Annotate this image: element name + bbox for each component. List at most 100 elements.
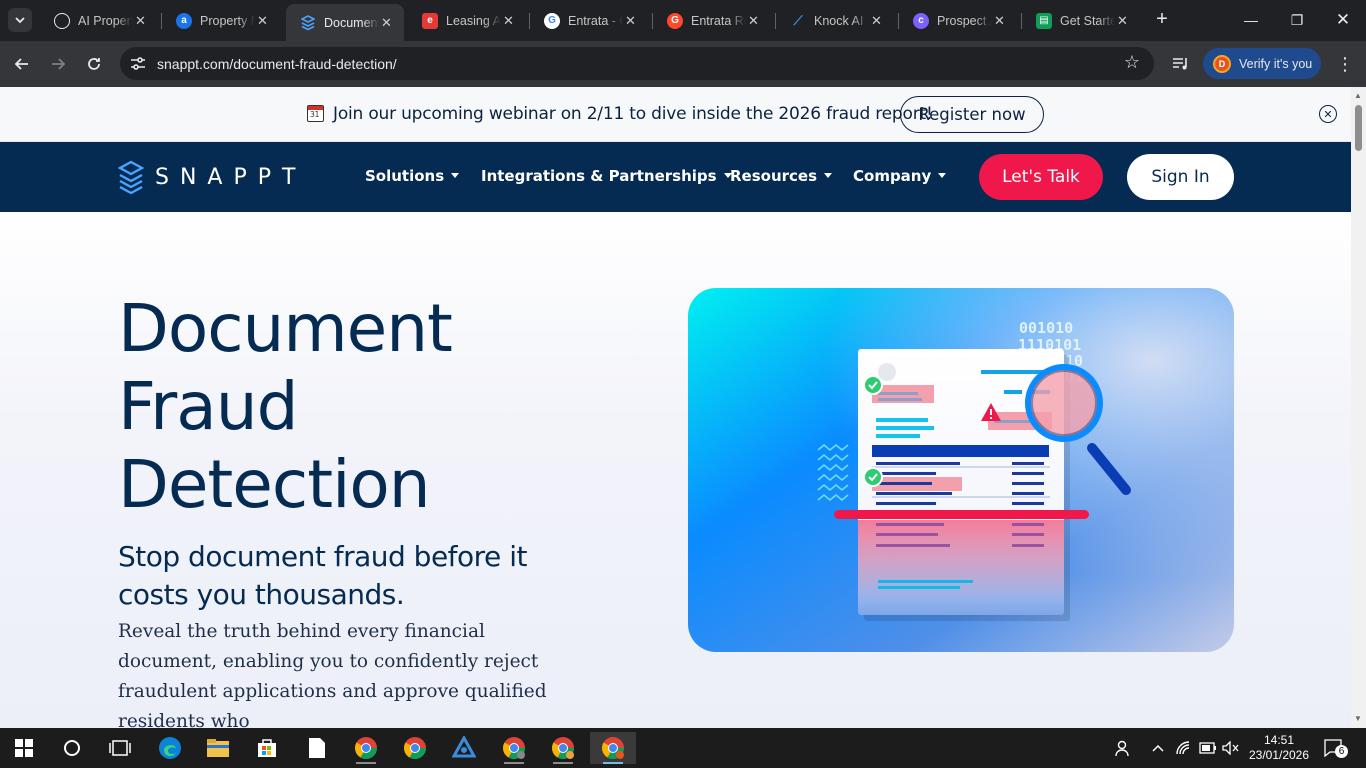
tab-entrata-reviews[interactable]: G Entrata Reviews ✕ (653, 6, 771, 35)
knock-icon: ⟋ (793, 12, 803, 28)
close-tab-icon[interactable]: ✕ (133, 13, 148, 29)
store-app[interactable] (247, 732, 287, 764)
scroll-up-icon[interactable]: ▲ (1354, 91, 1362, 100)
close-tab-icon[interactable]: ✕ (869, 13, 884, 29)
chrome-icon (552, 737, 574, 759)
close-tab-icon[interactable]: ✕ (501, 13, 516, 29)
start-button[interactable] (4, 732, 44, 764)
edge-icon (159, 737, 181, 759)
show-hidden-icons[interactable] (1151, 728, 1165, 768)
tab-search-button[interactable] (8, 8, 32, 32)
chrome-profile-2[interactable] (395, 732, 435, 764)
back-button[interactable] (9, 51, 35, 77)
sheet-icon: ▤ (1036, 12, 1052, 29)
tab-strip: AI Property Management ✕ a Property Mana… (0, 0, 1366, 41)
tab-knock-ai[interactable]: ⟋ Knock AI ✕ (776, 6, 894, 35)
search-button[interactable] (52, 732, 92, 764)
close-tab-icon[interactable]: ✕ (992, 13, 1007, 29)
reload-button[interactable] (81, 51, 107, 77)
chrome-profile-4[interactable] (543, 732, 583, 764)
forward-button[interactable] (45, 51, 71, 77)
chrome-icon (355, 737, 377, 759)
nav-solutions[interactable]: Solutions (365, 167, 460, 185)
task-view-icon (109, 740, 131, 756)
volume-muted-icon[interactable] (1222, 728, 1240, 768)
hero-subtitle: Stop document fraud before it costs you … (118, 540, 527, 611)
register-now-button[interactable]: Register now (900, 96, 1044, 133)
search-icon (64, 740, 80, 756)
windows-logo-icon (15, 739, 33, 757)
prospect-icon: c (913, 12, 929, 29)
close-tab-icon[interactable]: ✕ (379, 15, 394, 31)
page-scrollbar[interactable]: ▲ ▼ (1351, 87, 1366, 728)
webinar-banner: 31 Join our upcoming webinar on 2/11 to d… (0, 87, 1351, 142)
nav-integrations[interactable]: Integrations & Partnerships (481, 167, 732, 185)
close-banner-icon[interactable]: ✕ (1319, 105, 1337, 123)
tab-prospect-ai[interactable]: c Prospect AI ✕ (899, 6, 1017, 35)
caret-down-icon (938, 173, 947, 178)
snappt-icon (300, 14, 316, 31)
reload-icon (88, 58, 100, 70)
arrow-right-icon (52, 58, 66, 70)
hero-description: Reveal the truth behind every financial … (118, 621, 547, 728)
close-tab-icon[interactable]: ✕ (1115, 13, 1130, 29)
app-triangle-icon (452, 736, 476, 758)
check-badge-icon (863, 375, 883, 395)
tab-entrata-google[interactable]: G Entrata - Google Search ✕ (530, 6, 648, 35)
tab-get-started[interactable]: ▤ Get Started ✕ (1022, 6, 1140, 35)
chrome-profile-active[interactable] (590, 732, 636, 764)
edge-app[interactable] (150, 732, 190, 764)
folder-icon (207, 739, 229, 757)
lets-talk-button[interactable]: Let's Talk (979, 154, 1103, 200)
check-badge-icon (863, 467, 883, 487)
close-tab-icon[interactable]: ✕ (255, 13, 270, 29)
g2-icon: G (667, 12, 683, 29)
notepad-app[interactable] (297, 732, 337, 764)
chrome-icon (404, 737, 426, 759)
chrome-profile-3[interactable] (494, 732, 534, 764)
chrome-profile-1[interactable] (346, 732, 386, 764)
notification-badge: 6 (1335, 745, 1348, 758)
scrollbar-thumb[interactable] (1355, 105, 1362, 151)
a-logo-icon: a (176, 12, 192, 29)
close-window-button[interactable]: ✕ (1320, 0, 1366, 40)
address-bar[interactable]: snappt.com/document-fraud-detection/ ☆ (120, 47, 1154, 80)
media-control-button[interactable] (1168, 51, 1194, 77)
entrata-e-icon: e (422, 12, 438, 29)
file-explorer-app[interactable] (198, 732, 238, 764)
snappt-logo-icon (118, 160, 144, 194)
bookmark-star-icon[interactable]: ☆ (1124, 52, 1140, 73)
tab-ai-property[interactable]: AI Property Management ✕ (40, 6, 158, 35)
clock[interactable]: 14:51 23/01/2026 (1247, 728, 1311, 768)
sign-in-button[interactable]: Sign In (1127, 154, 1234, 200)
clock-date: 23/01/2026 (1248, 748, 1310, 762)
scan-line (834, 510, 1089, 519)
page-viewport: 31 Join our upcoming webinar on 2/11 to d… (0, 87, 1351, 728)
restore-button[interactable]: ❐ (1274, 0, 1320, 40)
verify-profile-button[interactable]: D Verify it's you (1203, 48, 1321, 79)
browser-menu-button[interactable]: ⋮ (1332, 51, 1358, 77)
snappt-logo[interactable]: SNAPPT (118, 160, 306, 194)
site-info-icon[interactable] (129, 55, 147, 73)
arrow-left-icon (14, 58, 28, 70)
minimize-button[interactable]: — (1228, 0, 1274, 40)
close-tab-icon[interactable]: ✕ (623, 13, 638, 29)
people-icon[interactable] (1114, 728, 1132, 768)
triangle-app[interactable] (444, 732, 484, 764)
task-view-button[interactable] (100, 732, 140, 764)
chevron-up-icon (1152, 744, 1164, 752)
nav-company[interactable]: Company (853, 167, 947, 185)
nav-resources[interactable]: Resources (730, 167, 833, 185)
notification-center[interactable]: 6 (1324, 728, 1348, 768)
caret-down-icon (824, 173, 833, 178)
wifi-icon[interactable] (1176, 728, 1192, 768)
new-tab-button[interactable]: + (1150, 8, 1174, 32)
hero-section: Document Fraud Detection Stop document f… (0, 212, 1351, 728)
tab-leasing-ai[interactable]: e Leasing AI ✕ (408, 6, 526, 35)
google-icon: G (544, 12, 560, 29)
close-tab-icon[interactable]: ✕ (746, 13, 761, 29)
scroll-down-icon[interactable]: ▼ (1354, 714, 1362, 723)
tab-property-management[interactable]: a Property Management AI ✕ (162, 6, 280, 35)
tab-document-fraud[interactable]: Document Fraud Detection ✕ (286, 4, 404, 41)
battery-icon[interactable] (1199, 728, 1217, 768)
